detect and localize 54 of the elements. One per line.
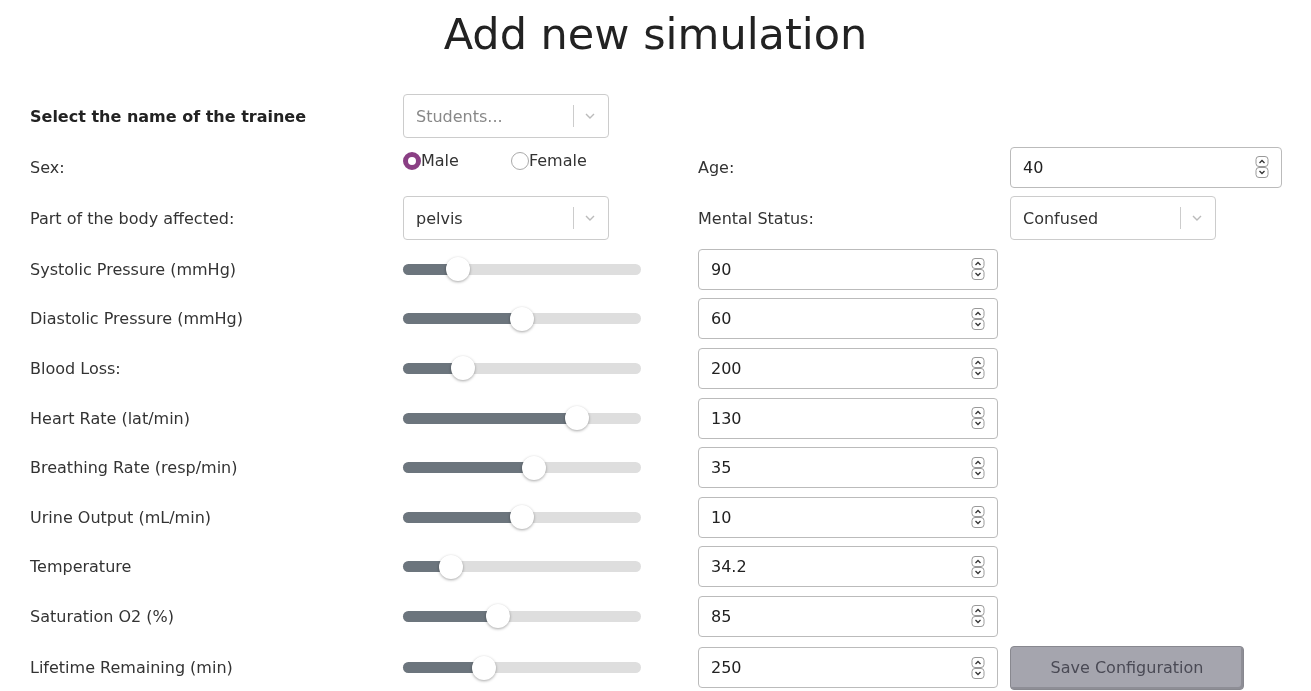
slider-thumb[interactable]	[445, 257, 470, 282]
field-label: Systolic Pressure (mmHg)	[30, 259, 238, 279]
field-label: Age:	[698, 157, 736, 177]
field-label: Select the name of the trainee	[30, 106, 308, 126]
field-label: Blood Loss:	[30, 358, 122, 378]
number-field[interactable]: 90	[698, 248, 998, 290]
field-label: Lifetime Remaining (min)	[30, 658, 234, 678]
slider-thumb[interactable]	[438, 554, 463, 579]
number-field[interactable]: 250	[698, 647, 998, 689]
slider-thumb[interactable]	[510, 306, 534, 331]
number-field[interactable]: 60	[698, 298, 998, 340]
number-field[interactable]: 85	[698, 595, 998, 637]
field-label: Sex:	[30, 157, 66, 177]
slider-thumb[interactable]	[564, 406, 589, 431]
spinner-icon[interactable]	[971, 555, 985, 578]
chevron-down-icon	[1191, 214, 1203, 223]
page-title: Add new simulation	[442, 8, 869, 61]
dropdown[interactable]: Confused	[1010, 196, 1216, 241]
number-field[interactable]: 200	[698, 347, 998, 389]
spinner-icon[interactable]	[971, 456, 985, 479]
field-label: Mental Status:	[698, 208, 815, 228]
number-field[interactable]: 34.2	[698, 546, 998, 588]
spinner-icon[interactable]	[971, 506, 985, 529]
number-field[interactable]: 35	[698, 447, 998, 489]
chevron-down-icon	[584, 112, 596, 120]
slider-thumb[interactable]	[486, 604, 511, 629]
dropdown[interactable]: pelvis	[403, 196, 609, 241]
radio-label[interactable]: Male	[421, 150, 459, 170]
field-label: Heart Rate (lat/min)	[30, 408, 191, 428]
slider-thumb[interactable]	[471, 655, 496, 680]
slider-thumb[interactable]	[510, 505, 534, 530]
field-label: Saturation O2 (%)	[30, 606, 176, 626]
field-label: Breathing Rate (resp/min)	[30, 458, 239, 478]
field-label: Diastolic Pressure (mmHg)	[30, 309, 244, 329]
field-label: Part of the body affected:	[30, 208, 236, 228]
spinner-icon[interactable]	[1255, 156, 1269, 179]
slider-thumb[interactable]	[450, 356, 475, 381]
radio-label[interactable]: Female	[528, 150, 587, 170]
field-label: Urine Output (mL/min)	[30, 507, 212, 527]
chevron-down-icon	[584, 214, 596, 223]
spinner-icon[interactable]	[971, 258, 985, 281]
dropdown[interactable]: Students...	[403, 94, 609, 138]
number-field[interactable]: 130	[698, 397, 998, 439]
field-label: Temperature	[30, 557, 133, 577]
radio-button[interactable]	[510, 151, 529, 170]
spinner-icon[interactable]	[971, 307, 985, 330]
spinner-icon[interactable]	[971, 656, 985, 679]
number-field[interactable]: 10	[698, 496, 998, 538]
number-field[interactable]: 40	[1010, 146, 1282, 188]
spinner-icon[interactable]	[971, 605, 985, 628]
radio-button[interactable]	[403, 151, 421, 170]
spinner-icon[interactable]	[971, 357, 985, 380]
slider-thumb[interactable]	[521, 455, 546, 480]
spinner-icon[interactable]	[971, 407, 985, 430]
